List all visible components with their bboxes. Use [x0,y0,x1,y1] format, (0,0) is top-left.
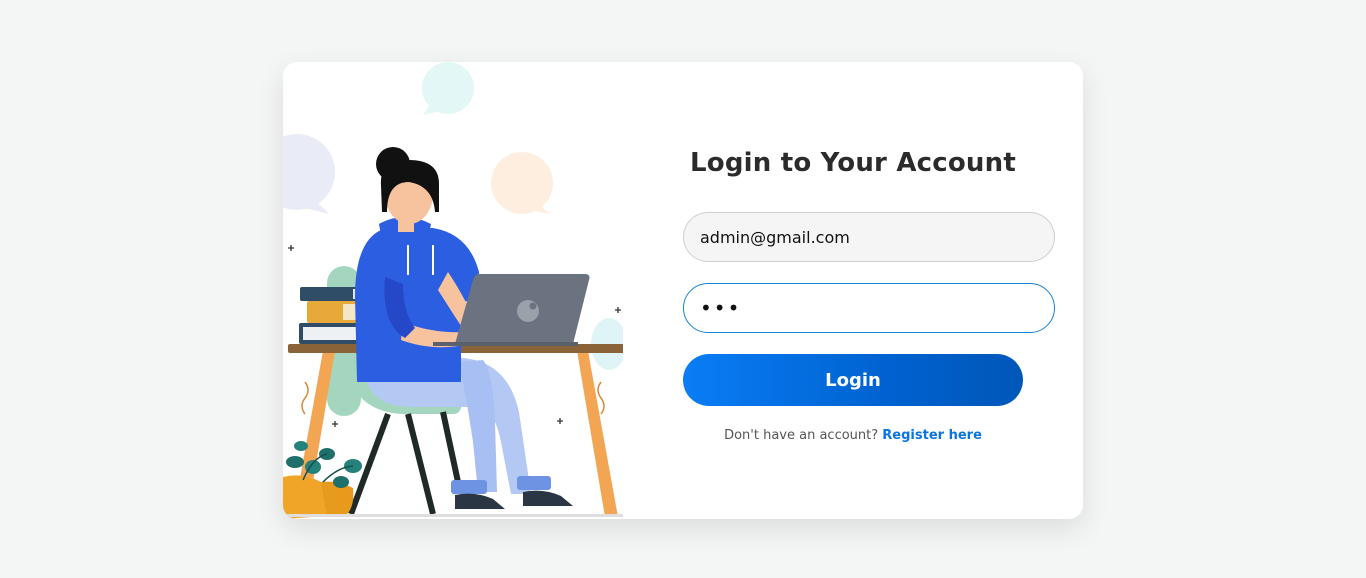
password-field[interactable] [683,283,1055,333]
speech-bubble-icon [491,152,553,214]
login-button[interactable]: Login [683,354,1023,406]
speech-bubble-icon [283,134,335,214]
register-link[interactable]: Register here [882,428,982,443]
page-title: Login to Your Account [689,148,1016,178]
woman-working-on-laptop-icon [283,62,623,519]
plant-icon [283,441,362,519]
speech-bubble-icon [422,62,474,115]
email-field[interactable] [683,212,1055,262]
login-form: Login to Your Account Login Don't have a… [683,62,1055,519]
register-prompt-text: Don't have an account? [724,428,879,443]
register-prompt: Don't have an account? Register here [683,428,1023,443]
login-card: Login to Your Account Login Don't have a… [283,62,1083,519]
